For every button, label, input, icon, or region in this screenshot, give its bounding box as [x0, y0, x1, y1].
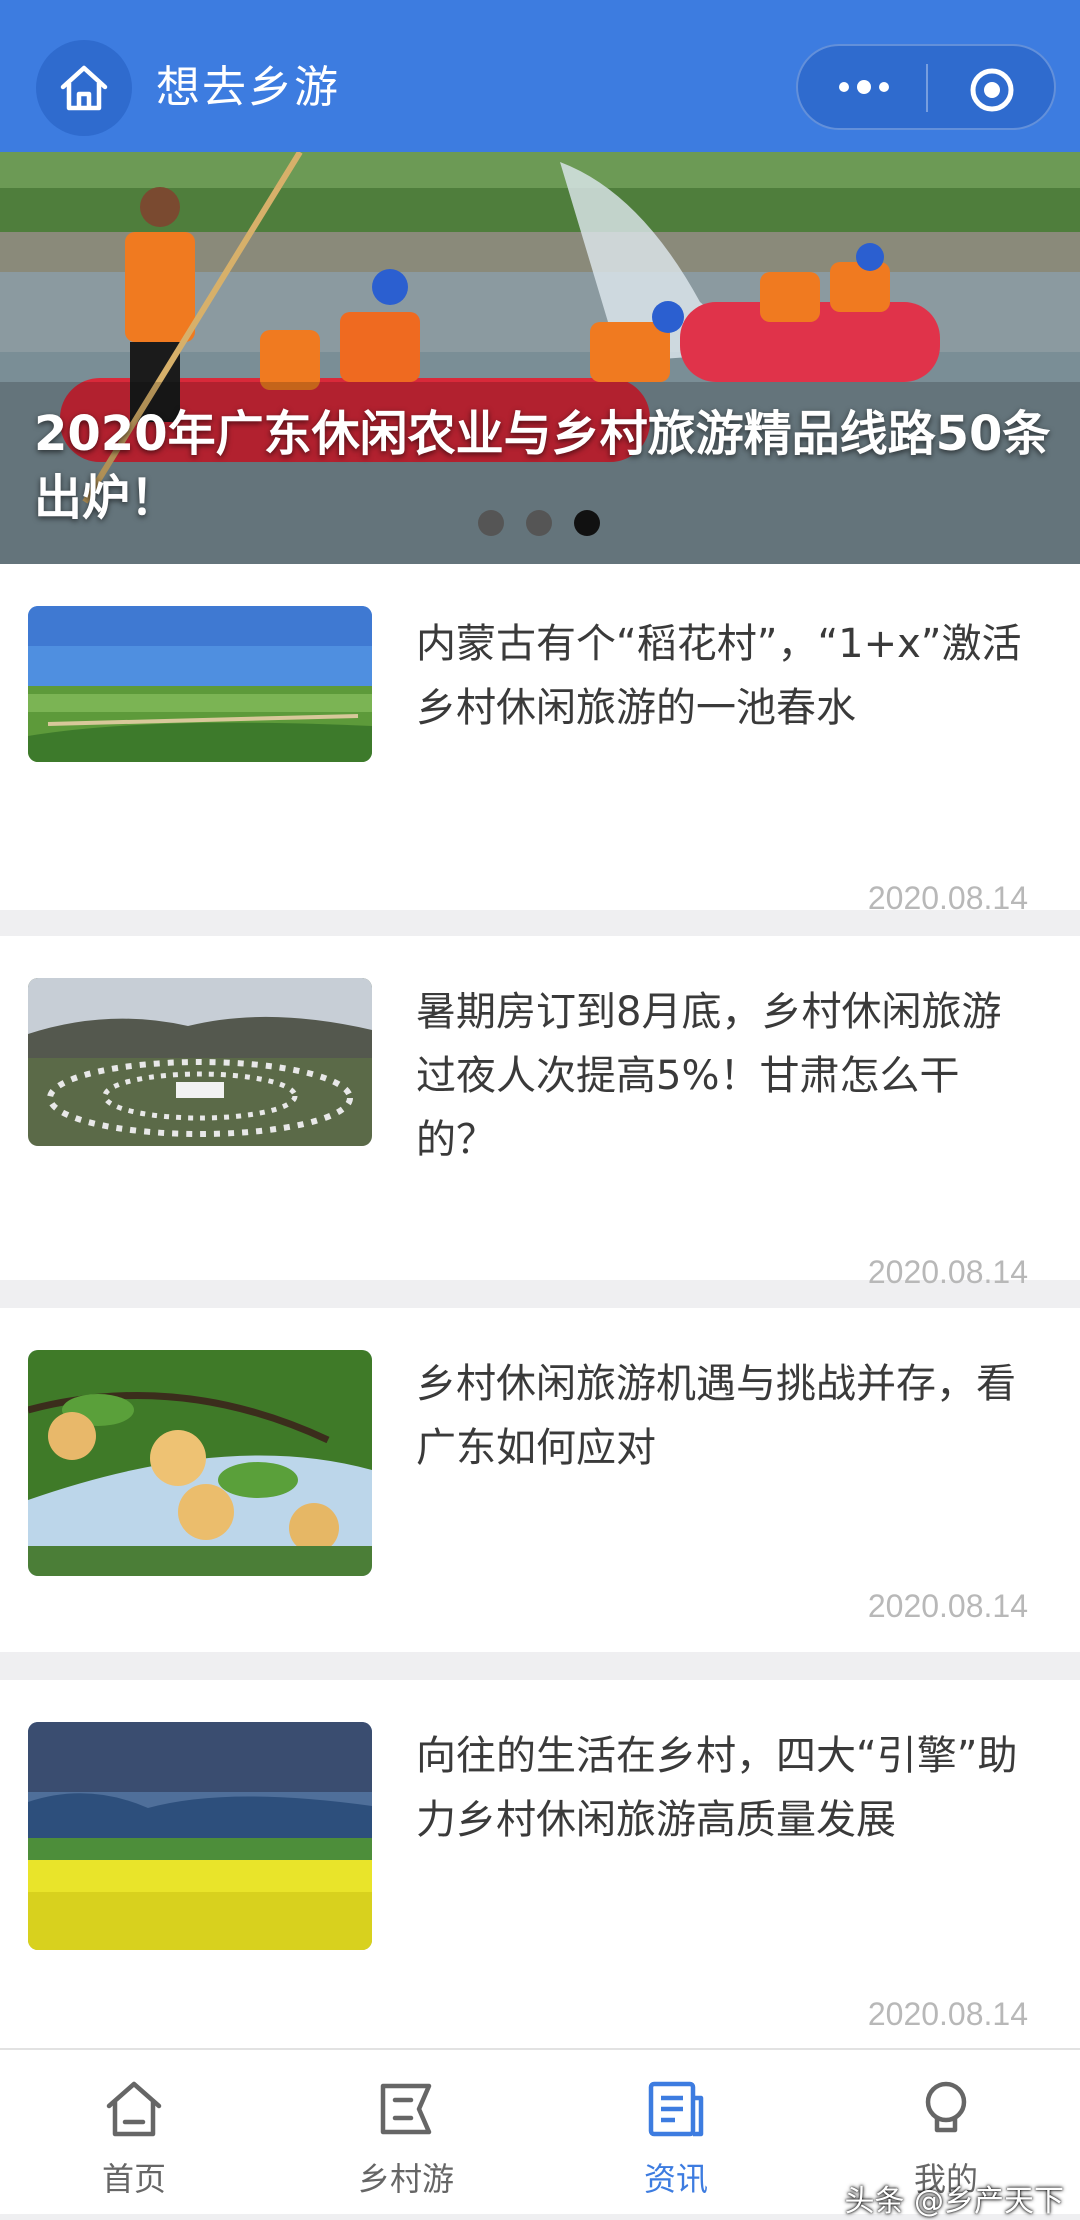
article-date: 2020.08.14 — [867, 1588, 1028, 1624]
article-title[interactable]: 乡村休闲旅游机遇与挑战并存，看广东如何应对 — [416, 1352, 1028, 1480]
watermark: 头条 @乡产天下 — [844, 2184, 1064, 2219]
tab-home[interactable]: 首页 — [34, 2078, 234, 2200]
article-card[interactable]: 暑期房订到8月底，乡村休闲旅游过夜人次提高5%！甘肃怎么干的？ 2020.08.… — [0, 936, 1080, 1290]
article-thumbnail — [28, 1350, 372, 1576]
capsule-divider — [926, 64, 928, 112]
article-date: 2020.08.14 — [867, 1996, 1028, 2032]
article-card[interactable]: 内蒙古有个“稻花村”，“1+x”激活乡村休闲旅游的一池春水 2020.08.14 — [0, 564, 1080, 916]
banner-carousel[interactable]: 2020年广东休闲农业与乡村旅游精品线路50条出炉！ — [0, 152, 1080, 564]
top-navigation-bar: 想去乡游 — [0, 0, 1080, 152]
home-icon — [60, 65, 108, 111]
carousel-dot-active[interactable] — [574, 510, 600, 536]
article-date: 2020.08.14 — [867, 880, 1028, 916]
tab-label: 乡村游 — [357, 2160, 454, 2198]
article-thumbnail — [28, 606, 372, 762]
article-date: 2020.08.14 — [867, 1254, 1028, 1290]
article-title[interactable]: 暑期房订到8月底，乡村休闲旅游过夜人次提高5%！甘肃怎么干的？ — [416, 980, 1028, 1172]
home-icon — [106, 2081, 162, 2137]
article-card[interactable]: 向往的生活在乡村，四大“引擎”助力乡村休闲旅游高质量发展 2020.08.14 — [0, 1680, 1080, 2048]
app-title: 想去乡游 — [156, 62, 340, 113]
news-icon — [648, 2081, 704, 2137]
article-thumbnail — [28, 978, 372, 1146]
article-title[interactable]: 内蒙古有个“稻花村”，“1+x”激活乡村休闲旅游的一池春水 — [416, 612, 1028, 740]
home-button[interactable] — [36, 40, 132, 136]
article-card[interactable]: 乡村休闲旅游机遇与挑战并存，看广东如何应对 2020.08.14 — [0, 1308, 1080, 1652]
target-icon[interactable] — [968, 66, 1016, 114]
tab-label: 首页 — [101, 2160, 166, 2198]
carousel-dot[interactable] — [526, 510, 552, 536]
article-title[interactable]: 向往的生活在乡村，四大“引擎”助力乡村休闲旅游高质量发展 — [416, 1724, 1028, 1852]
carousel-indicators — [478, 510, 600, 536]
tab-rural-travel[interactable]: 乡村游 — [306, 2078, 506, 2200]
article-thumbnail — [28, 1722, 372, 1950]
tab-news[interactable]: 资讯 — [576, 2078, 776, 2200]
map-flag-icon — [380, 2083, 432, 2135]
profile-icon — [925, 2081, 967, 2133]
mini-program-capsule — [796, 44, 1056, 130]
tab-label: 资讯 — [643, 2160, 708, 2198]
more-dots-icon[interactable] — [836, 76, 892, 98]
carousel-dot[interactable] — [478, 510, 504, 536]
